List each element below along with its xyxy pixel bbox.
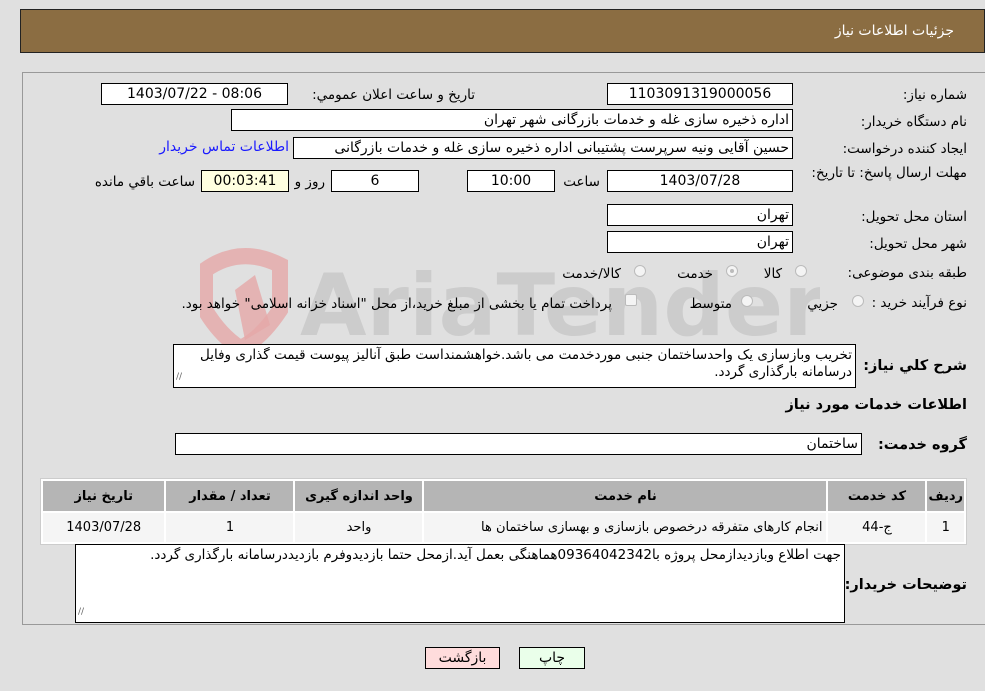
cell-unit: واحد bbox=[295, 513, 423, 542]
days-field: 6 bbox=[331, 170, 419, 192]
service-group-label: گروه خدمت: bbox=[877, 437, 967, 453]
purchase-option-medium: متوسط bbox=[689, 296, 732, 312]
buyer-org-label: نام دستگاه خریدار: bbox=[860, 114, 967, 130]
back-button[interactable]: بازگشت bbox=[425, 647, 500, 669]
table-row: 1 ج-44 انجام کارهای متفرقه درخصوص بازساز… bbox=[43, 513, 964, 542]
treasury-note: پرداخت تمام یا بخشی از مبلغ خرید،از محل … bbox=[181, 296, 612, 312]
need-number-label: شماره نیاز: bbox=[902, 87, 967, 103]
resize-grip-icon[interactable]: // bbox=[78, 604, 84, 621]
announce-datetime-label: تاریخ و ساعت اعلان عمومي: bbox=[312, 87, 475, 103]
col-unit: واحد اندازه گیری bbox=[295, 481, 423, 511]
announce-datetime-field: 1403/07/22 - 08:06 bbox=[101, 83, 288, 105]
category-option-goods-service: کالا/خدمت bbox=[562, 266, 621, 282]
deadline-label: مهلت ارسال پاسخ: تا تاریخ: bbox=[811, 165, 967, 181]
description-text: تخریب وبازسازی یک واحدساختمان جنبی موردخ… bbox=[199, 347, 852, 380]
buyer-contact-link[interactable]: اطلاعات تماس خریدار bbox=[159, 139, 289, 155]
category-radio-goods[interactable] bbox=[795, 265, 807, 277]
col-need-date: تاریخ نیاز bbox=[43, 481, 165, 511]
deadline-time-label: ساعت bbox=[563, 174, 600, 190]
col-service-name: نام خدمت bbox=[424, 481, 827, 511]
cell-row-number: 1 bbox=[927, 513, 964, 542]
buyer-notes-label: توضیحات خریدار: bbox=[844, 577, 967, 593]
purchase-radio-medium[interactable] bbox=[741, 295, 753, 307]
requester-field: حسین آقایی ونیه سرپرست پشتیبانی اداره ذخ… bbox=[293, 137, 793, 159]
description-textarea[interactable]: تخریب وبازسازی یک واحدساختمان جنبی موردخ… bbox=[173, 344, 856, 388]
cell-need-date: 1403/07/28 bbox=[43, 513, 165, 542]
col-row-number: ردیف bbox=[927, 481, 964, 511]
col-service-code: کد خدمت bbox=[828, 481, 926, 511]
page-title: جزئیات اطلاعات نیاز bbox=[834, 23, 954, 39]
table-header-row: ردیف کد خدمت نام خدمت واحد اندازه گیری ت… bbox=[43, 481, 964, 511]
col-quantity: تعداد / مقدار bbox=[166, 481, 294, 511]
description-label: شرح کلي نیاز: bbox=[863, 358, 967, 374]
cell-service-code: ج-44 bbox=[828, 513, 926, 542]
buyer-notes-textarea[interactable]: جهت اطلاع وبازدیدازمحل پروژه با093640423… bbox=[75, 544, 845, 623]
print-button[interactable]: چاپ bbox=[519, 647, 585, 669]
purchase-type-label: نوع فرآیند خرید : bbox=[871, 295, 967, 311]
cell-service-name: انجام کارهای متفرقه درخصوص بازسازی و بهس… bbox=[424, 513, 827, 542]
services-section-title: اطلاعات خدمات مورد نیاز bbox=[785, 397, 967, 413]
remaining-label: ساعت باقي مانده bbox=[94, 174, 195, 190]
purchase-radio-minor[interactable] bbox=[852, 295, 864, 307]
category-label: طبقه بندی موضوعی: bbox=[847, 265, 967, 281]
need-number-field: 1103091319000056 bbox=[607, 83, 793, 105]
city-label: شهر محل تحویل: bbox=[869, 236, 967, 252]
purchase-option-minor: جزيي bbox=[807, 296, 838, 312]
category-radio-service[interactable] bbox=[726, 265, 738, 277]
days-label: روز و bbox=[294, 174, 325, 190]
buyer-org-field: اداره ذخیره سازی غله و خدمات بازرگانی شه… bbox=[231, 109, 793, 131]
treasury-checkbox[interactable] bbox=[625, 294, 637, 306]
requester-label: ایجاد کننده درخواست: bbox=[842, 141, 967, 157]
category-option-service: خدمت bbox=[677, 266, 713, 282]
page-header: جزئیات اطلاعات نیاز bbox=[20, 9, 985, 53]
city-field: تهران bbox=[607, 231, 793, 253]
category-radio-goods-service[interactable] bbox=[634, 265, 646, 277]
services-table: ردیف کد خدمت نام خدمت واحد اندازه گیری ت… bbox=[40, 478, 967, 545]
deadline-time-field: 10:00 bbox=[467, 170, 555, 192]
province-label: استان محل تحویل: bbox=[861, 209, 967, 225]
remaining-time-field: 00:03:41 bbox=[201, 170, 289, 192]
service-group-field: ساختمان bbox=[175, 433, 862, 455]
cell-quantity: 1 bbox=[166, 513, 294, 542]
category-option-goods: کالا bbox=[763, 266, 782, 282]
province-field: تهران bbox=[607, 204, 793, 226]
deadline-date-field: 1403/07/28 bbox=[607, 170, 793, 192]
buyer-notes-text: جهت اطلاع وبازدیدازمحل پروژه با093640423… bbox=[150, 547, 841, 563]
resize-grip-icon[interactable]: // bbox=[176, 369, 182, 386]
